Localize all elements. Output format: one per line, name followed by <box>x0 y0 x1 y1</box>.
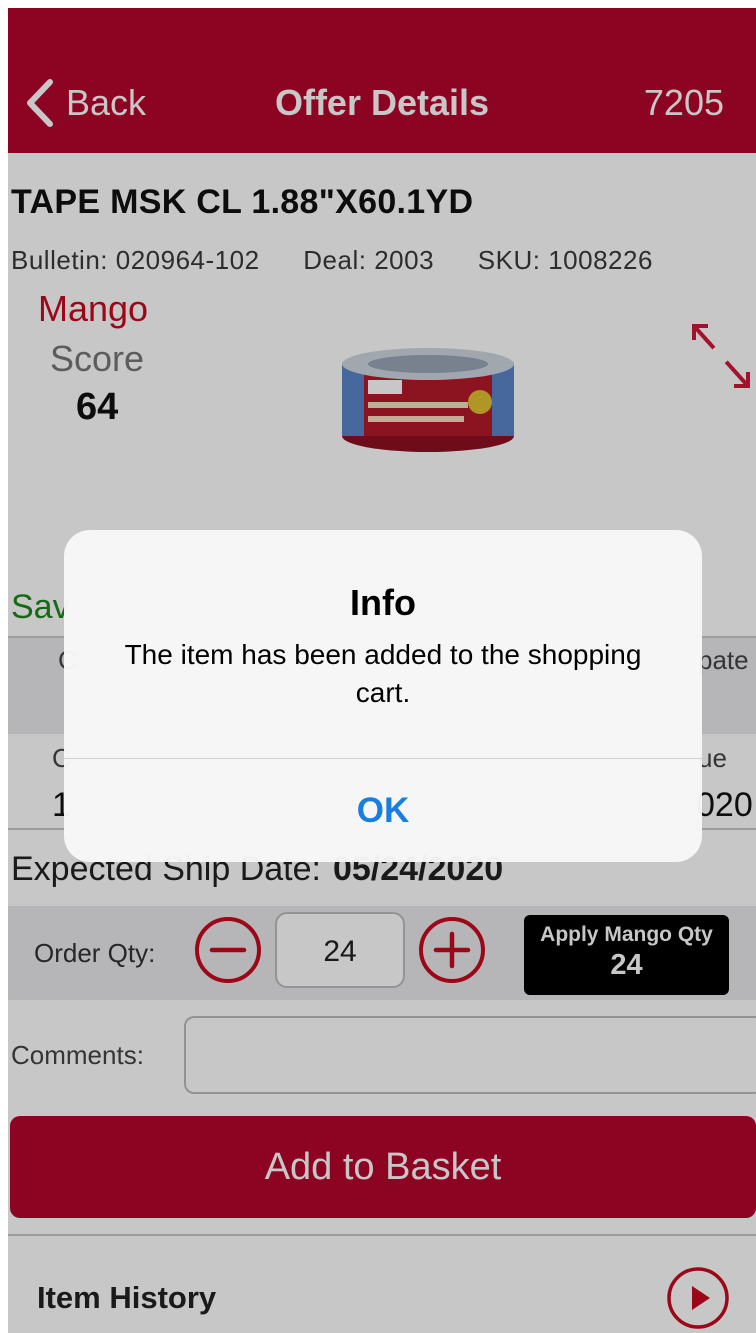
alert-title: Info <box>350 582 416 623</box>
alert-message: The item has been added to the shopping … <box>124 639 642 708</box>
info-alert-dialog: Info The item has been added to the shop… <box>64 530 702 862</box>
ok-button[interactable]: OK <box>64 759 702 862</box>
app-screen: Back Offer Details 7205 TAPE MSK CL 1.88… <box>8 8 756 1333</box>
